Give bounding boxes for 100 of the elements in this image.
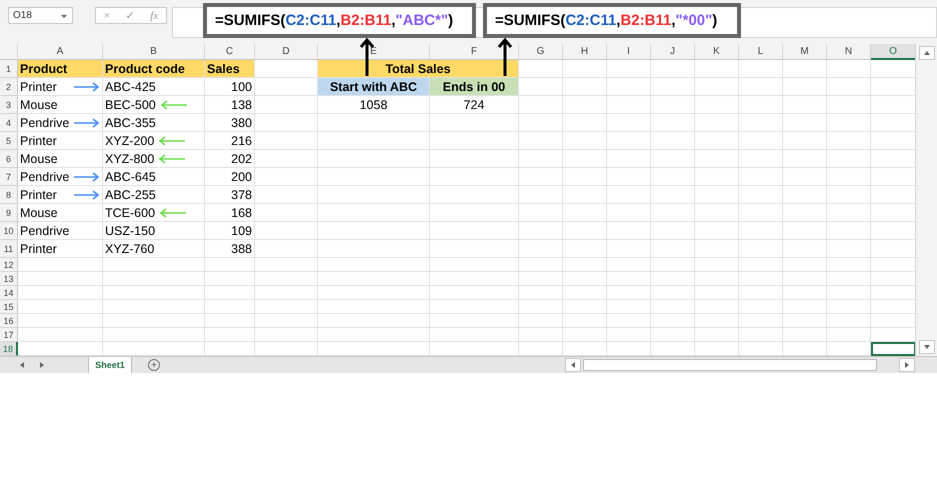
empty-cell[interactable] [739,314,783,328]
empty-cell[interactable] [739,328,783,342]
empty-cell[interactable] [563,272,607,286]
empty-cell[interactable] [563,186,607,204]
row-header[interactable]: 3 [0,96,18,114]
empty-cell[interactable] [783,60,827,78]
empty-cell[interactable] [255,186,318,204]
empty-cell[interactable] [651,78,695,96]
empty-cell[interactable] [430,258,519,272]
empty-cell[interactable] [783,258,827,272]
empty-cell[interactable] [563,240,607,258]
empty-cell[interactable] [695,240,739,258]
empty-cell[interactable] [695,272,739,286]
empty-cell[interactable] [255,286,318,300]
empty-cell[interactable] [739,78,783,96]
empty-cell[interactable] [695,204,739,222]
empty-cell[interactable] [563,328,607,342]
row-header[interactable]: 17 [0,328,18,342]
empty-cell[interactable] [607,168,651,186]
empty-cell[interactable] [827,60,871,78]
empty-cell[interactable] [739,96,783,114]
empty-cell[interactable] [205,258,255,272]
empty-cell[interactable] [651,314,695,328]
empty-cell[interactable] [695,314,739,328]
empty-cell[interactable] [783,240,827,258]
empty-cell[interactable] [651,60,695,78]
empty-cell[interactable] [318,186,430,204]
empty-cell[interactable] [430,328,519,342]
empty-cell[interactable] [827,240,871,258]
empty-cell[interactable] [430,150,519,168]
empty-cell[interactable] [255,240,318,258]
empty-cell[interactable] [430,272,519,286]
empty-cell[interactable] [519,186,563,204]
empty-cell[interactable] [695,328,739,342]
empty-cell[interactable] [651,96,695,114]
empty-cell[interactable] [695,132,739,150]
empty-cell[interactable] [783,328,827,342]
empty-cell[interactable] [739,258,783,272]
name-box[interactable]: O18 [8,7,73,24]
empty-cell[interactable] [318,222,430,240]
empty-cell[interactable] [318,114,430,132]
empty-cell[interactable] [651,272,695,286]
empty-cell[interactable] [563,168,607,186]
empty-cell[interactable] [563,60,607,78]
empty-cell[interactable] [255,300,318,314]
column-header[interactable]: D [255,44,318,60]
empty-cell[interactable] [563,314,607,328]
row-header[interactable]: 1 [0,60,18,78]
empty-cell[interactable] [563,150,607,168]
row-header[interactable]: 9 [0,204,18,222]
empty-cell[interactable] [783,272,827,286]
empty-cell[interactable] [519,240,563,258]
empty-cell[interactable] [739,240,783,258]
empty-cell[interactable] [827,286,871,300]
empty-cell[interactable] [695,286,739,300]
sheet-tab[interactable]: Sheet1 [88,357,132,373]
empty-cell[interactable] [607,240,651,258]
empty-cell[interactable] [651,258,695,272]
empty-cell[interactable] [563,96,607,114]
empty-cell[interactable] [695,78,739,96]
empty-cell[interactable] [739,186,783,204]
empty-cell[interactable] [651,204,695,222]
empty-cell[interactable] [827,222,871,240]
row-header[interactable]: 13 [0,272,18,286]
column-header[interactable]: A [18,44,103,60]
empty-cell[interactable] [739,132,783,150]
row-header[interactable]: 16 [0,314,18,328]
empty-cell[interactable] [651,286,695,300]
empty-cell[interactable] [255,314,318,328]
empty-cell[interactable] [519,96,563,114]
empty-cell[interactable] [103,300,205,314]
empty-cell[interactable] [783,286,827,300]
empty-cell[interactable] [783,150,827,168]
empty-cell[interactable] [430,240,519,258]
empty-cell[interactable] [607,96,651,114]
empty-cell[interactable] [430,286,519,300]
empty-cell[interactable] [739,168,783,186]
empty-cell[interactable] [739,222,783,240]
empty-cell[interactable] [739,300,783,314]
empty-cell[interactable] [783,314,827,328]
empty-cell[interactable] [205,314,255,328]
empty-cell[interactable] [695,186,739,204]
empty-cell[interactable] [607,258,651,272]
empty-cell[interactable] [695,300,739,314]
row-header[interactable]: 8 [0,186,18,204]
empty-cell[interactable] [827,96,871,114]
empty-cell[interactable] [827,150,871,168]
empty-cell[interactable] [563,204,607,222]
empty-cell[interactable] [205,300,255,314]
empty-cell[interactable] [519,328,563,342]
empty-cell[interactable] [695,150,739,168]
empty-cell[interactable] [563,258,607,272]
horizontal-scrollbar[interactable] [583,359,877,371]
scroll-down-icon[interactable] [923,343,931,351]
empty-cell[interactable] [695,60,739,78]
empty-cell[interactable] [255,204,318,222]
empty-cell[interactable] [255,168,318,186]
empty-cell[interactable] [607,78,651,96]
empty-cell[interactable] [607,286,651,300]
empty-cell[interactable] [563,286,607,300]
